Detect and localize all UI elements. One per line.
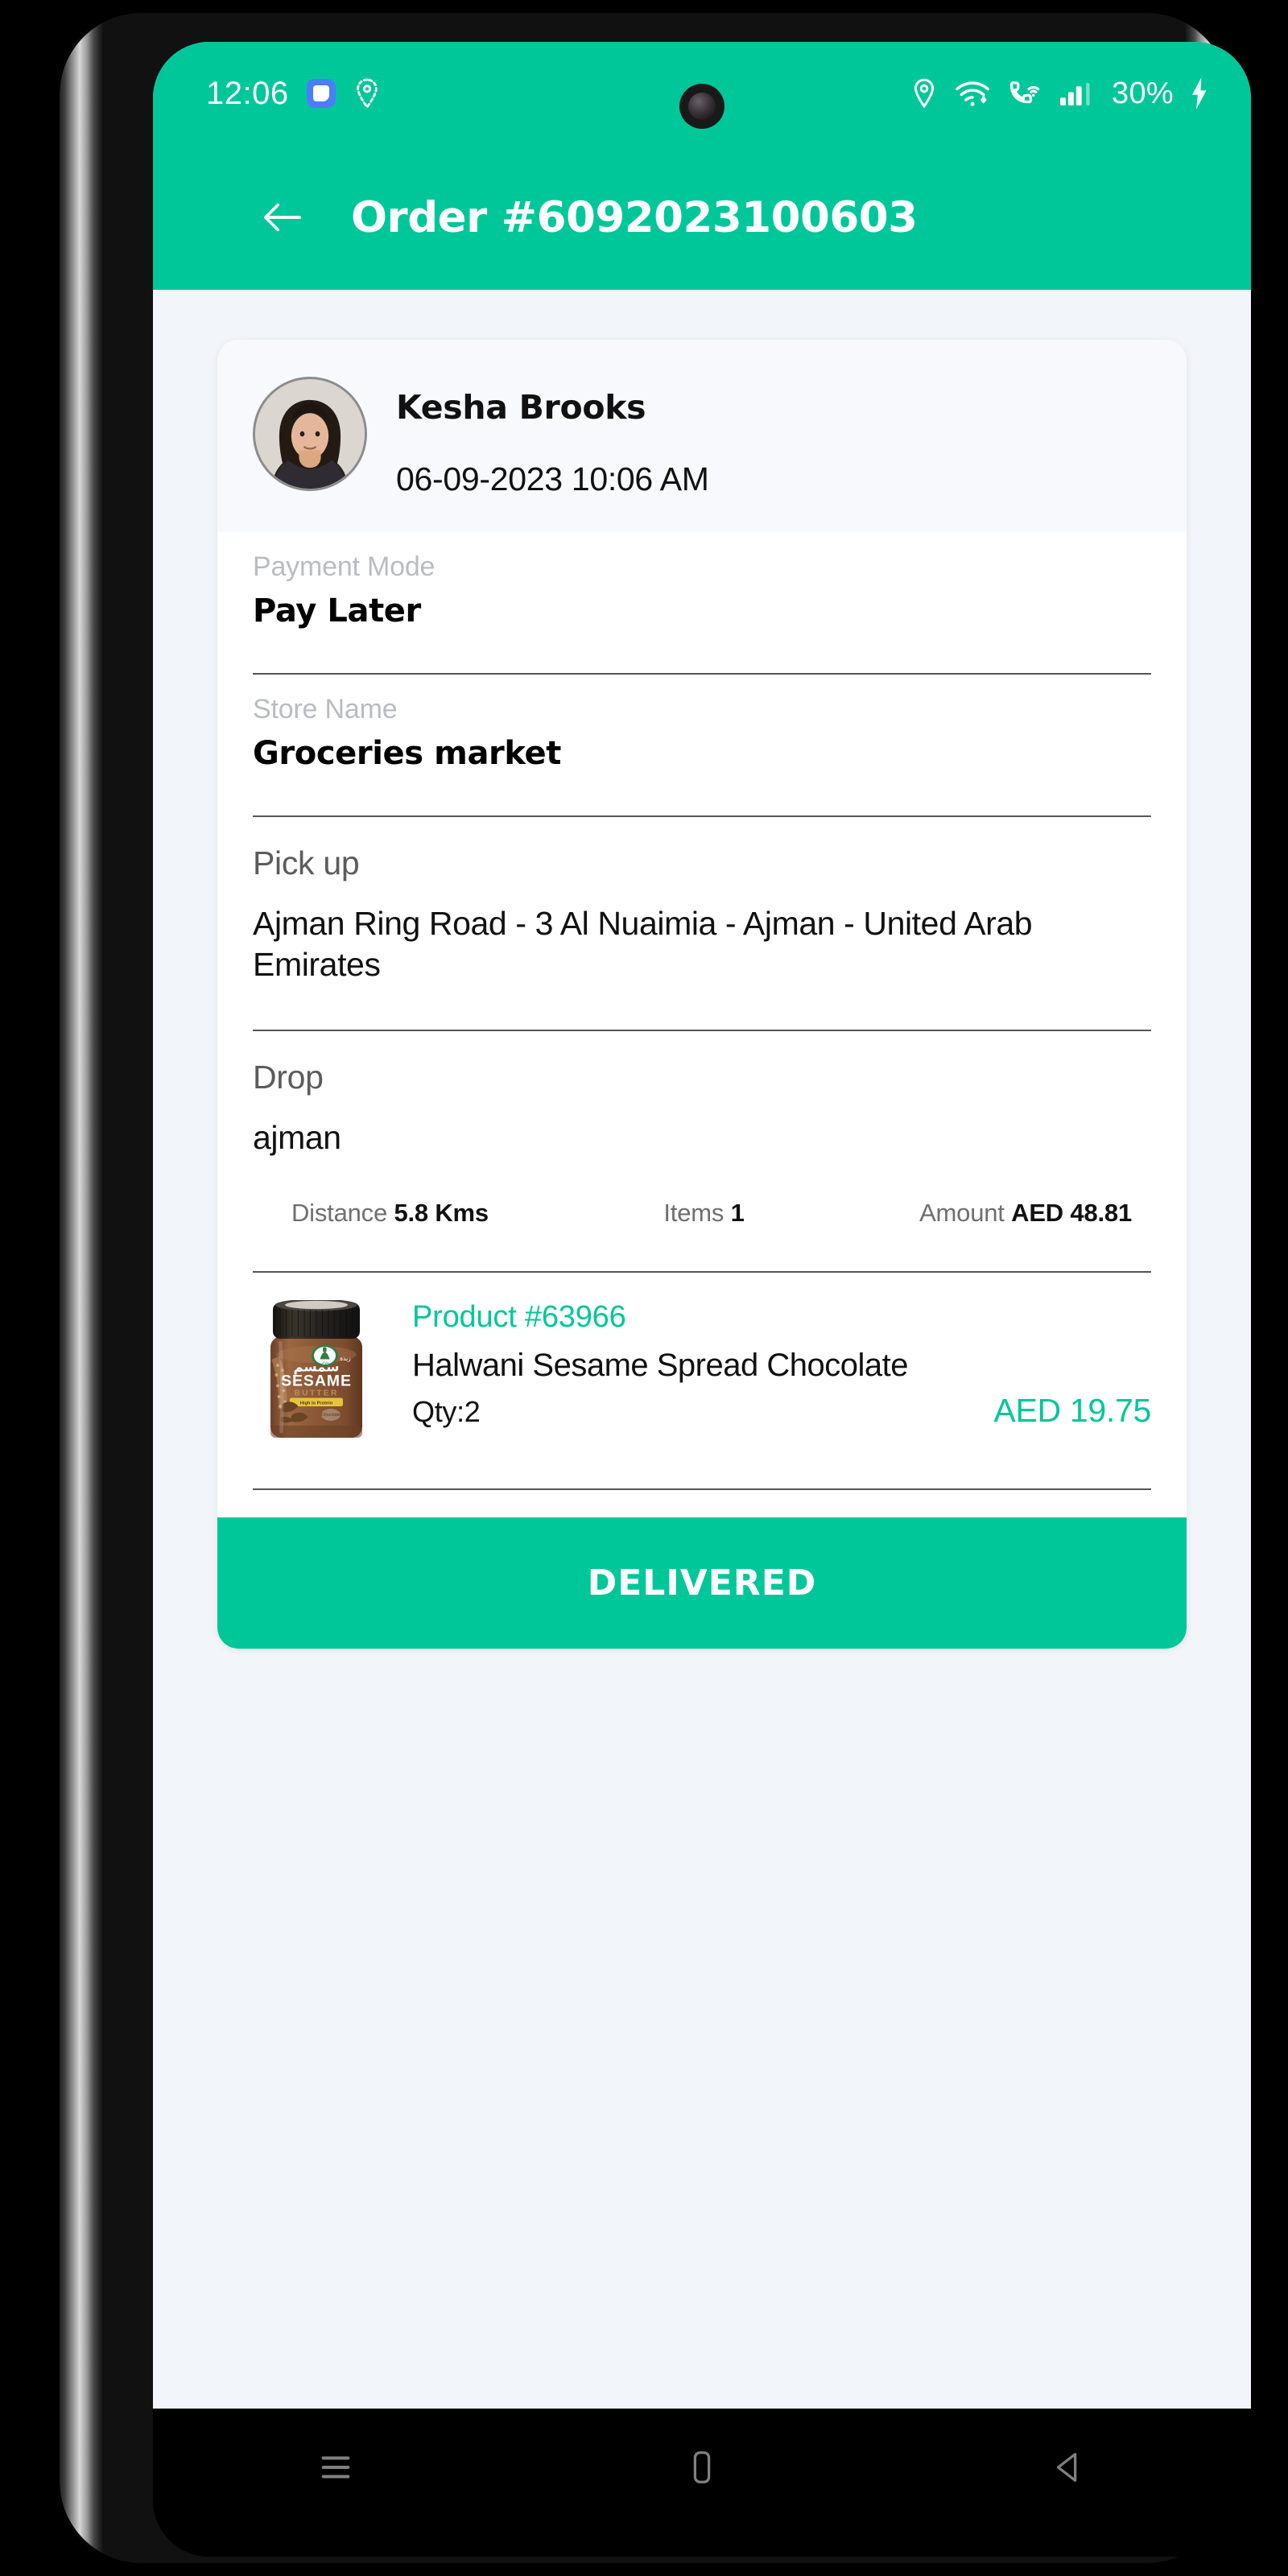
- field-payment-mode: Payment Mode Pay Later: [217, 532, 1187, 630]
- pickup-label: Pick up: [253, 844, 360, 881]
- back-arrow-icon[interactable]: [261, 196, 304, 239]
- svg-text:Chocolate: Chocolate: [321, 1413, 341, 1418]
- product-qty-price-row: Qty:2 AED 19.75: [412, 1392, 1151, 1430]
- product-info: Product #63966 Halwani Sesame Spread Cho…: [412, 1300, 1151, 1430]
- store-name-value: Groceries market: [253, 735, 561, 772]
- avatar: [253, 377, 367, 491]
- wifi-icon: [954, 79, 991, 108]
- field-store-name: Store Name Groceries market: [217, 675, 1187, 772]
- stat-items-value: 1: [730, 1198, 745, 1227]
- stat-distance-label: Distance: [291, 1198, 388, 1227]
- field-pickup: Pick up Ajman Ring Road - 3 Al Nuaimia -…: [217, 817, 1187, 986]
- status-bar-left: 12:06: [206, 76, 381, 112]
- location-pin-icon: [910, 77, 938, 109]
- screenshot-root: 12:06 30% Order #6092023100603 Kesha Bro…: [0, 0, 1288, 2576]
- front-camera-punch-hole: [679, 84, 724, 129]
- pickup-address: Ajman Ring Road - 3 Al Nuaimia - Ajman -…: [253, 905, 1033, 984]
- status-bar-right: 30%: [910, 76, 1209, 111]
- android-nav-bar: [153, 2409, 1251, 2557]
- store-name-label: Store Name: [253, 694, 398, 724]
- stat-amount: Amount AED 48.81: [919, 1199, 1132, 1228]
- battery-percent-label: 30%: [1112, 76, 1174, 110]
- charging-bolt-icon: [1190, 77, 1209, 109]
- product-id: Product #63966: [412, 1299, 626, 1334]
- customer-text: Kesha Brooks 06-09-2023 10:06 AM: [396, 377, 709, 498]
- order-stats-row: Distance 5.8 Kms Items 1 Amount AED 48.8…: [217, 1199, 1187, 1228]
- app-screen: 12:06 30% Order #6092023100603 Kesha Bro…: [153, 42, 1251, 2409]
- payment-mode-value: Pay Later: [253, 592, 421, 630]
- stat-amount-label: Amount: [919, 1198, 1005, 1227]
- stat-items: Items 1: [663, 1199, 744, 1228]
- app-bar: Order #6092023100603: [153, 145, 1251, 290]
- status-bar: 12:06 30%: [153, 42, 1251, 145]
- product-price: AED 19.75: [993, 1391, 1151, 1429]
- drop-address: ajman: [253, 1118, 341, 1156]
- stat-amount-value: AED 48.81: [1011, 1198, 1132, 1227]
- back-icon[interactable]: [1050, 2449, 1087, 2490]
- stat-distance-value: 5.8 Kms: [394, 1198, 489, 1227]
- location-dashed-icon: [353, 77, 381, 109]
- phone-frame: 12:06 30% Order #6092023100603 Kesha Bro…: [58, 11, 1251, 2565]
- phone-screen-area: 12:06 30% Order #6092023100603 Kesha Bro…: [153, 42, 1251, 2557]
- stat-distance: Distance 5.8 Kms: [291, 1199, 489, 1228]
- order-detail-body: Payment Mode Pay Later Store Name Grocer…: [217, 532, 1187, 1517]
- svg-text:SESAME: SESAME: [281, 1372, 352, 1389]
- svg-text:High in Protein: High in Protein: [300, 1401, 333, 1406]
- page-title: Order #6092023100603: [351, 192, 918, 242]
- payment-mode-label: Payment Mode: [253, 551, 436, 582]
- recents-icon[interactable]: [317, 2449, 354, 2490]
- svg-text:BUTTER: BUTTER: [294, 1388, 338, 1397]
- field-drop: Drop ajman: [217, 1031, 1187, 1158]
- customer-block: Kesha Brooks 06-09-2023 10:06 AM: [217, 340, 1187, 532]
- product-image: حلواني سمسم زبدة SESAME BUTTER High in P…: [256, 1298, 377, 1445]
- product-quantity: Qty:2: [412, 1394, 481, 1428]
- svg-text:زبدة: زبدة: [340, 1355, 351, 1362]
- drop-label: Drop: [253, 1058, 324, 1096]
- order-datetime: 06-09-2023 10:06 AM: [396, 460, 709, 497]
- order-detail-card: Kesha Brooks 06-09-2023 10:06 AM Payment…: [217, 340, 1187, 1649]
- product-name: Halwani Sesame Spread Chocolate: [412, 1347, 908, 1383]
- signal-bars-icon: [1059, 79, 1096, 108]
- status-bar-clock: 12:06: [206, 75, 289, 111]
- stat-items-label: Items: [663, 1198, 724, 1227]
- customer-name: Kesha Brooks: [396, 388, 646, 427]
- home-icon[interactable]: [683, 2449, 720, 2490]
- product-row[interactable]: حلواني سمسم زبدة SESAME BUTTER High in P…: [217, 1273, 1187, 1445]
- app-notification-icon: [306, 79, 336, 108]
- delivered-button[interactable]: DELIVERED: [217, 1517, 1187, 1649]
- vowifi-call-icon: [1007, 79, 1042, 108]
